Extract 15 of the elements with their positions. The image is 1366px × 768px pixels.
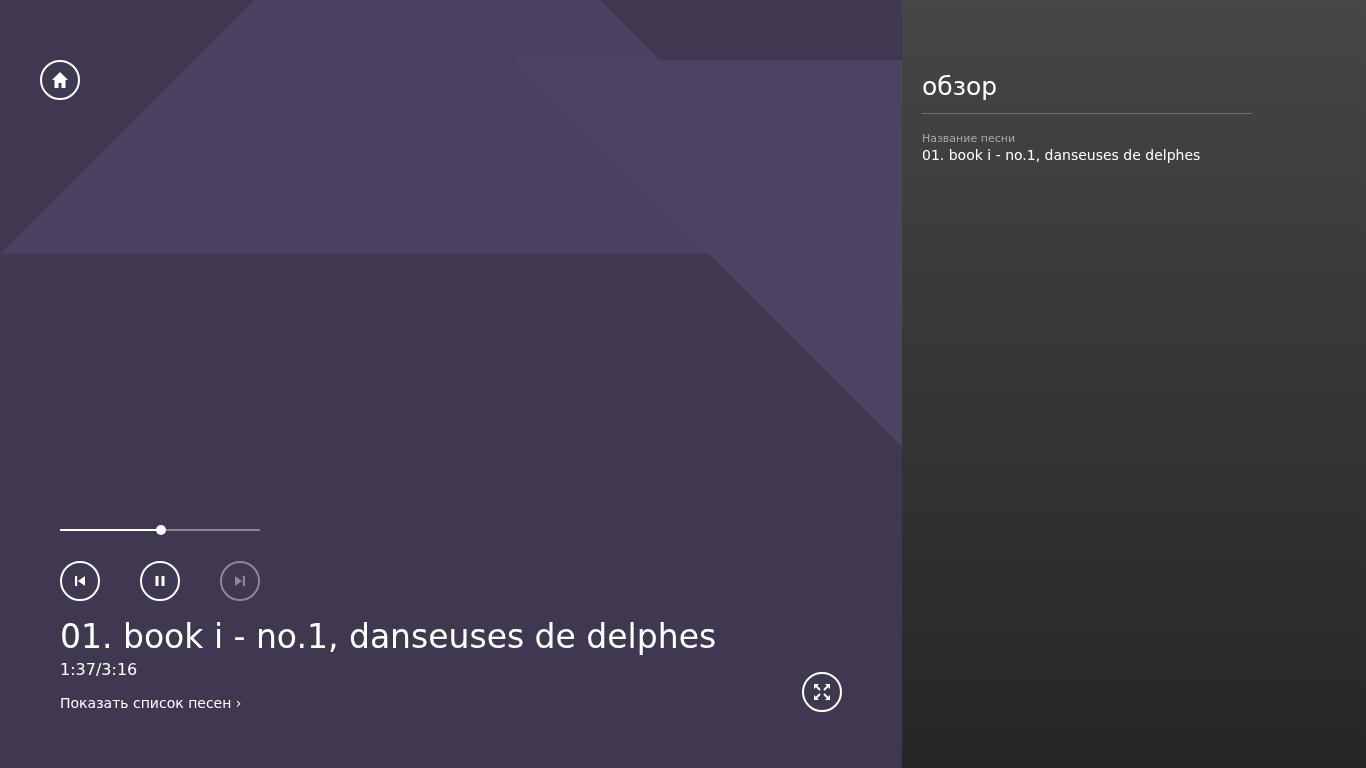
song-list-link[interactable]: Показать список песен › (60, 695, 242, 711)
pause-button[interactable] (140, 561, 180, 601)
panel-title: обзор (922, 72, 999, 101)
home-icon (50, 70, 70, 90)
home-button[interactable] (40, 60, 80, 100)
field-label: Название песни (922, 132, 1017, 145)
slider-thumb[interactable] (156, 525, 166, 535)
track-time: 1:37/3:16 (60, 660, 139, 679)
skip-forward-icon (232, 573, 248, 589)
fullscreen-button[interactable] (802, 672, 842, 712)
track-title: 01. book i - no.1, danseuses de delphes (60, 617, 717, 656)
previous-button[interactable] (60, 561, 100, 601)
skip-back-icon (72, 573, 88, 589)
field-value: 01. book i - no.1, danseuses de delphes (922, 147, 1202, 163)
expand-icon (812, 682, 832, 702)
